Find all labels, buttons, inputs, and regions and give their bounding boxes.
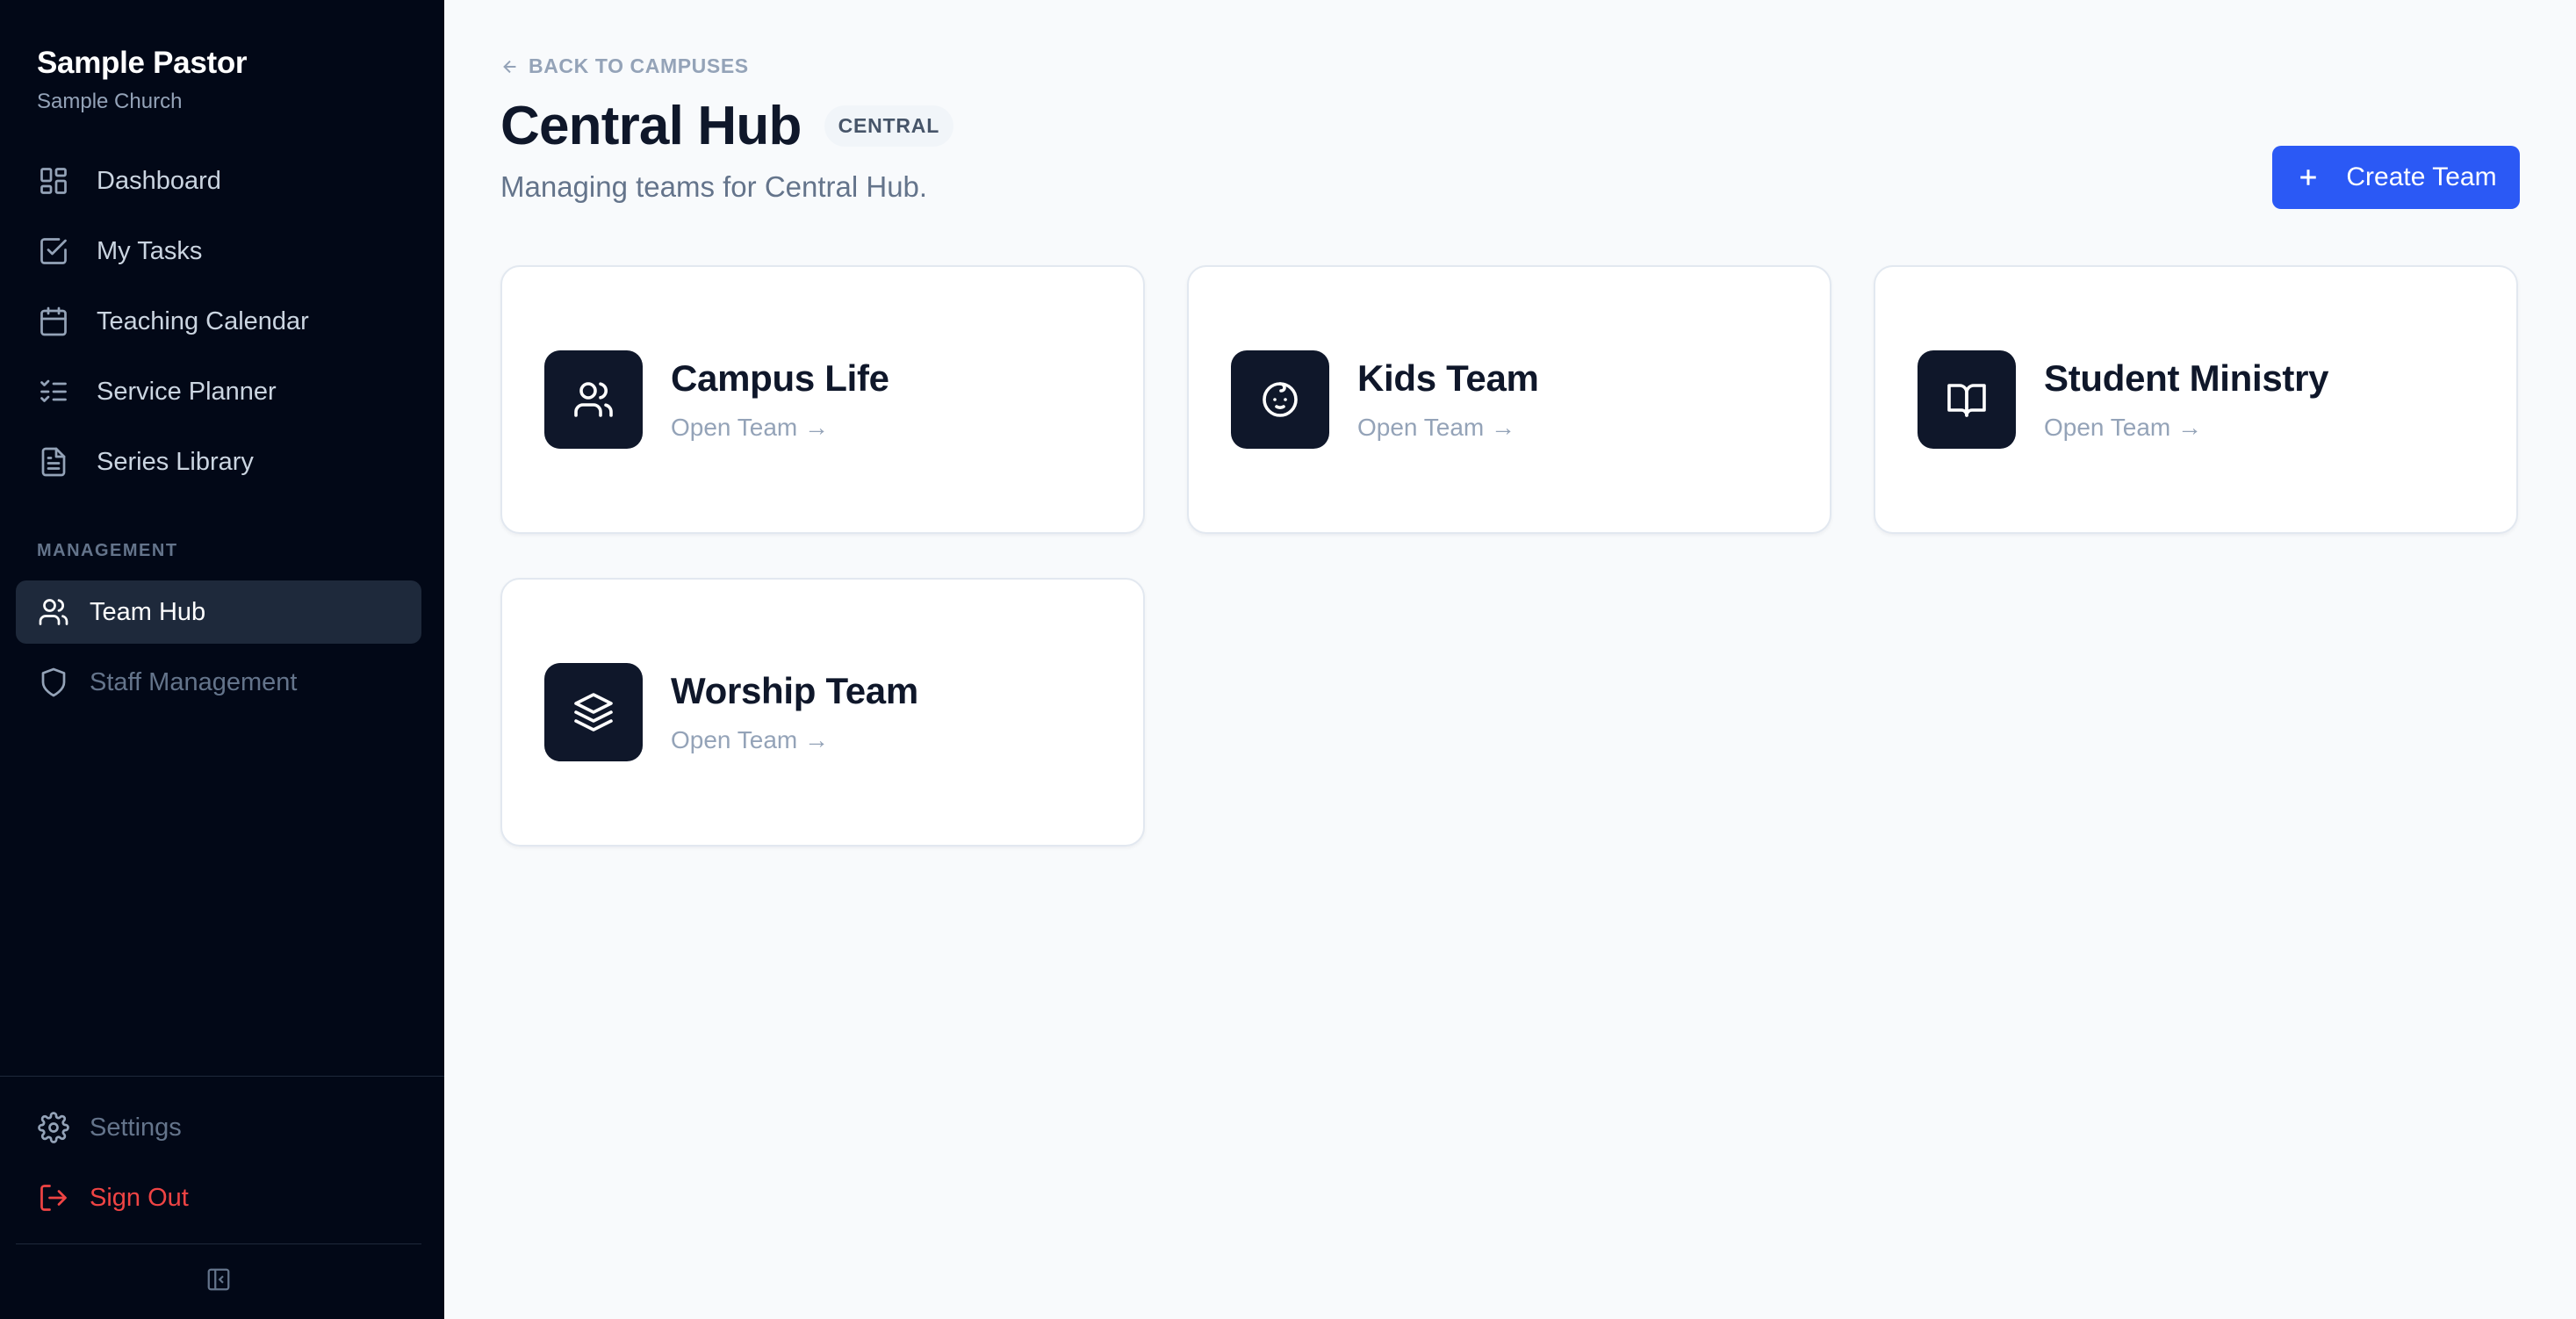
back-label: BACK TO CAMPUSES	[529, 54, 749, 77]
team-name: Kids Team	[1357, 357, 1539, 399]
team-card-text: Campus Life Open Team →	[671, 357, 889, 442]
calendar-icon	[37, 305, 70, 338]
nav-label: My Tasks	[97, 236, 203, 265]
user-name: Sample Pastor	[37, 46, 248, 80]
layers-icon	[544, 663, 643, 761]
team-name: Worship Team	[671, 670, 918, 711]
gear-icon	[37, 1111, 70, 1144]
list-checks-icon	[37, 375, 70, 408]
users-icon	[544, 350, 643, 449]
arrow-left-icon	[503, 60, 516, 73]
team-card-campus-life[interactable]: Campus Life Open Team →	[500, 265, 1145, 534]
sidebar: Sample Pastor Sample Church Dashboard My…	[0, 0, 444, 1319]
dashboard-icon	[37, 164, 70, 198]
nav-item-teaching-calendar[interactable]: Teaching Calendar	[16, 290, 421, 353]
app-root: Sample Pastor Sample Church Dashboard My…	[0, 0, 2576, 1319]
document-icon	[37, 445, 70, 479]
management-nav: Team Hub Staff Management	[0, 580, 444, 721]
book-open-icon	[1918, 350, 2016, 449]
nav-label: Service Planner	[97, 377, 277, 406]
nav-item-sign-out[interactable]: Sign Out	[16, 1166, 421, 1229]
nav-label: Settings	[90, 1113, 182, 1142]
nav-item-series-library[interactable]: Series Library	[16, 430, 421, 494]
open-team-link[interactable]: Open Team →	[671, 414, 889, 442]
nav-item-team-hub[interactable]: Team Hub	[16, 580, 421, 644]
team-name: Student Ministry	[2044, 357, 2329, 399]
footer-nav: Settings Sign Out	[0, 1077, 444, 1243]
shield-icon	[37, 666, 70, 699]
nav-item-my-tasks[interactable]: My Tasks	[16, 220, 421, 283]
team-card-student-ministry[interactable]: Student Ministry Open Team →	[1874, 265, 2518, 534]
team-card-text: Worship Team Open Team →	[671, 670, 918, 754]
sign-out-icon	[37, 1181, 70, 1214]
section-label-management: MANAGEMENT	[37, 541, 178, 560]
nav-item-staff-management[interactable]: Staff Management	[16, 651, 421, 714]
users-icon	[37, 595, 70, 629]
nav-item-dashboard[interactable]: Dashboard	[16, 149, 421, 213]
title-row: Central Hub CENTRAL	[500, 95, 954, 157]
nav-label: Dashboard	[97, 166, 221, 195]
brand: Sample Pastor Sample Church	[0, 0, 444, 114]
team-card-worship-team[interactable]: Worship Team Open Team →	[500, 578, 1145, 847]
team-card-text: Student Ministry Open Team →	[2044, 357, 2329, 442]
page-subtitle: Managing teams for Central Hub.	[500, 170, 928, 203]
checkbox-icon	[37, 234, 70, 268]
back-to-campuses-link[interactable]: BACK TO CAMPUSES	[500, 54, 749, 78]
panel-collapse-icon	[205, 1266, 232, 1297]
campus-badge: CENTRAL	[824, 105, 954, 147]
collapse-sidebar-button[interactable]	[16, 1243, 421, 1319]
team-name: Campus Life	[671, 357, 889, 399]
baby-face-icon	[1231, 350, 1329, 449]
team-card-text: Kids Team Open Team →	[1357, 357, 1539, 442]
primary-nav: Dashboard My Tasks Teaching Calendar Ser…	[0, 149, 444, 501]
nav-label: Sign Out	[90, 1183, 189, 1212]
nav-item-settings[interactable]: Settings	[16, 1096, 421, 1159]
open-team-link[interactable]: Open Team →	[2044, 414, 2328, 442]
main-content: BACK TO CAMPUSES Central Hub CENTRAL Man…	[444, 0, 2576, 1319]
open-team-link[interactable]: Open Team →	[1357, 414, 1539, 442]
church-name: Sample Church	[37, 90, 183, 113]
create-team-button[interactable]: Create Team	[2272, 146, 2520, 209]
nav-label: Series Library	[97, 447, 254, 476]
create-team-label: Create Team	[2346, 162, 2497, 191]
sidebar-footer: Settings Sign Out	[0, 1076, 444, 1319]
team-grid: Campus Life Open Team → Kids Team Open T…	[500, 265, 2518, 847]
nav-label: Teaching Calendar	[97, 306, 309, 335]
plus-icon	[2300, 169, 2317, 185]
team-card-kids-team[interactable]: Kids Team Open Team →	[1187, 265, 1831, 534]
nav-item-service-planner[interactable]: Service Planner	[16, 360, 421, 423]
nav-label: Team Hub	[90, 597, 206, 626]
nav-label: Staff Management	[90, 667, 298, 696]
page-title: Central Hub	[500, 96, 802, 156]
open-team-link[interactable]: Open Team →	[671, 726, 918, 754]
